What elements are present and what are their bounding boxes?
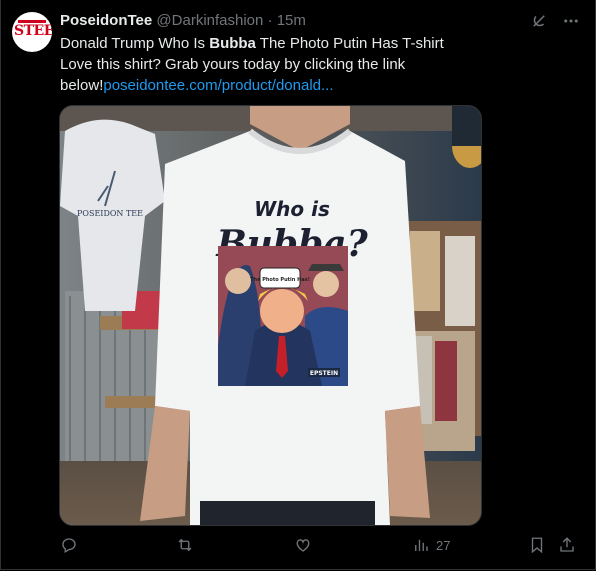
reply-icon [62, 538, 76, 553]
background-shirt-brand: POSEIDON TEE [77, 209, 143, 218]
grok-icon[interactable] [526, 8, 552, 34]
tweet-actions: 27 [60, 536, 582, 560]
product-link[interactable]: poseidontee.com/product/donald... [103, 77, 333, 94]
avatar[interactable]: STEES [12, 12, 52, 52]
timestamp[interactable]: 15m [277, 12, 306, 29]
views-count: 27 [436, 537, 451, 553]
tweet-text: Donald Trump Who Is Bubba The Photo Puti… [60, 33, 580, 96]
text-line1-post: The Photo Putin Has T-shirt [255, 35, 444, 52]
views-button[interactable]: 27 [412, 536, 450, 554]
share-icon [560, 537, 574, 552]
bookmark-icon [531, 537, 543, 554]
user-handle[interactable]: @Darkinfashion [156, 12, 263, 29]
text-line3-pre: below! [60, 77, 104, 94]
shirt-headline-line1: Who is [254, 197, 330, 221]
text-line2: Love this shirt? Grab yours today by cli… [60, 56, 406, 73]
tweet-media[interactable]: POSEIDON TEE Who is Bubba? The Photo Put… [59, 105, 482, 526]
header-separator: · [267, 12, 273, 29]
bookmark-button[interactable] [528, 536, 546, 554]
tweet-header: PoseidonTee @Darkinfashion · 15m [60, 11, 306, 31]
reply-button[interactable] [60, 536, 84, 554]
like-button[interactable] [294, 536, 318, 554]
text-line1-pre: Donald Trump Who Is [60, 35, 210, 52]
tshirt-graphic: Who is Bubba? The Photo Putin Has! EPSTE… [215, 197, 369, 386]
tweet-top-actions [526, 8, 584, 34]
text-line1-bold: Bubba [209, 35, 256, 52]
like-icon [296, 539, 310, 552]
display-name[interactable]: PoseidonTee [60, 12, 152, 29]
speech-bubble-text: The Photo Putin Has! [250, 277, 310, 283]
avatar-logo-text: STEES [14, 23, 52, 39]
views-icon [415, 539, 428, 551]
retweet-button[interactable] [176, 536, 200, 554]
share-button[interactable] [558, 536, 576, 554]
product-photo: POSEIDON TEE Who is Bubba? The Photo Put… [60, 106, 481, 525]
more-icon[interactable] [558, 8, 584, 34]
badge-text: EPSTEIN [310, 370, 338, 377]
retweet-icon [178, 538, 192, 552]
